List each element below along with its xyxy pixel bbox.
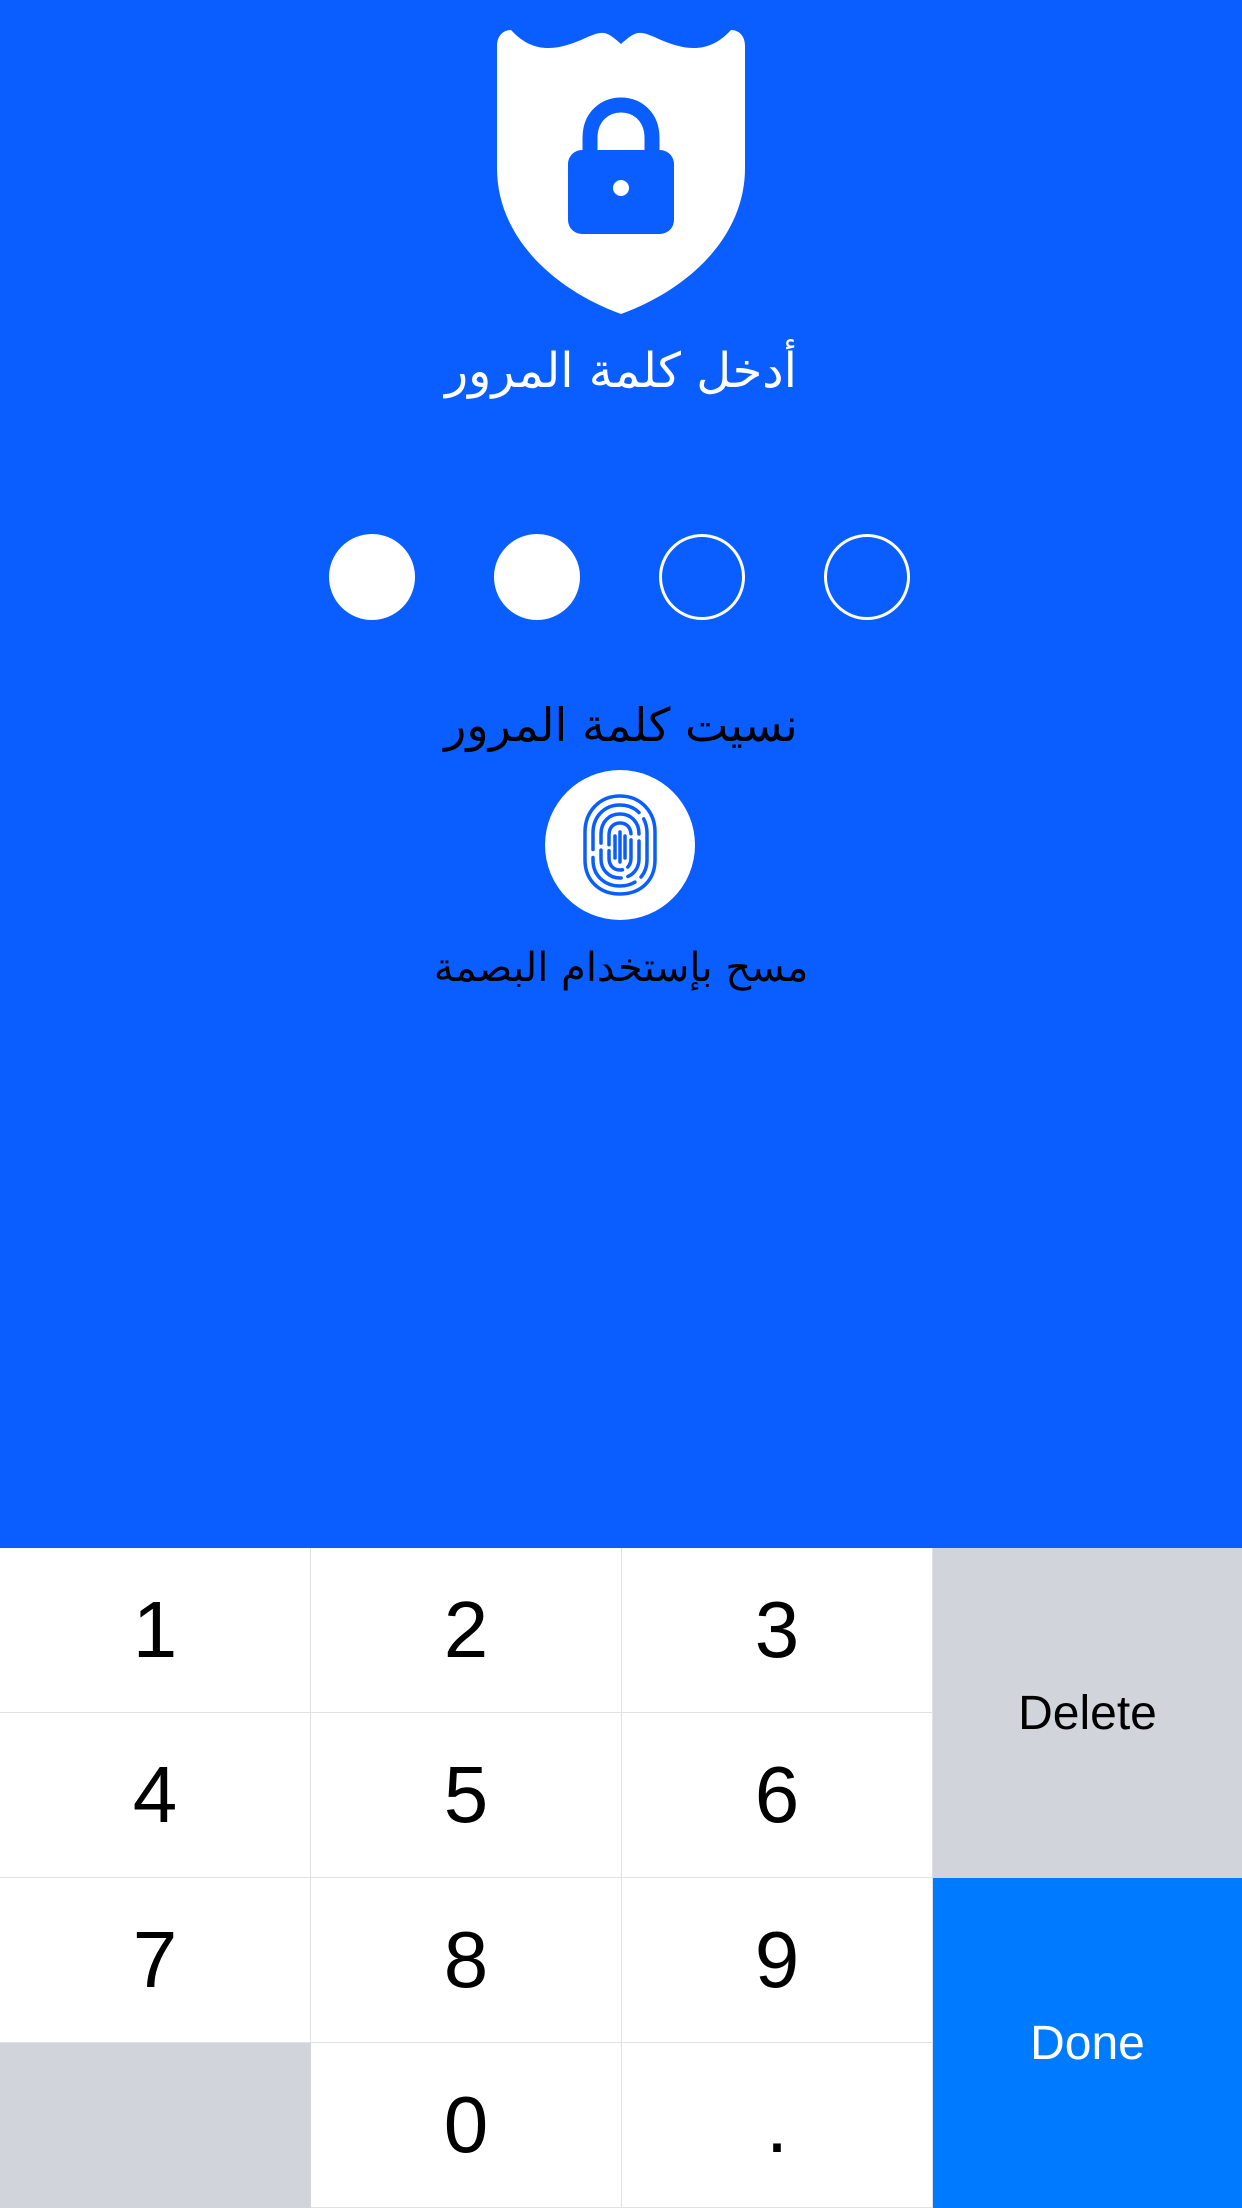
passcode-dot-empty — [659, 534, 745, 620]
passcode-dot-empty — [824, 534, 910, 620]
passcode-dot-filled — [494, 534, 580, 620]
shield-lock-icon — [497, 30, 745, 314]
forgot-password-link[interactable]: نسيت كلمة المرور — [0, 690, 1242, 760]
key-2[interactable]: 2 — [311, 1548, 622, 1713]
page-title: أدخل كلمة المرور — [444, 343, 798, 399]
passcode-dot-filled — [329, 534, 415, 620]
done-button[interactable]: Done — [933, 1878, 1242, 2208]
fingerprint-label: مسح بإستخدام البصمة — [433, 945, 809, 991]
key-9[interactable]: 9 — [622, 1878, 933, 2043]
key-6[interactable]: 6 — [622, 1713, 933, 1878]
lock-screen: أدخل كلمة المرور نسيت كلمة المرور مسح بإ… — [0, 0, 1242, 1548]
fingerprint-button[interactable] — [545, 770, 695, 920]
passcode-indicator — [0, 534, 1242, 624]
fingerprint-icon — [583, 794, 657, 896]
key-8[interactable]: 8 — [311, 1878, 622, 2043]
delete-button[interactable]: Delete — [933, 1548, 1242, 1878]
key-decimal[interactable]: . — [622, 2043, 933, 2208]
numeric-keypad: 1 2 3 4 5 6 7 8 9 0 . Delete Done — [0, 1548, 1242, 2208]
key-7[interactable]: 7 — [0, 1878, 311, 2043]
key-3[interactable]: 3 — [622, 1548, 933, 1713]
key-5[interactable]: 5 — [311, 1713, 622, 1878]
empty-key — [0, 2043, 311, 2208]
key-1[interactable]: 1 — [0, 1548, 311, 1713]
key-4[interactable]: 4 — [0, 1713, 311, 1878]
key-0[interactable]: 0 — [311, 2043, 622, 2208]
